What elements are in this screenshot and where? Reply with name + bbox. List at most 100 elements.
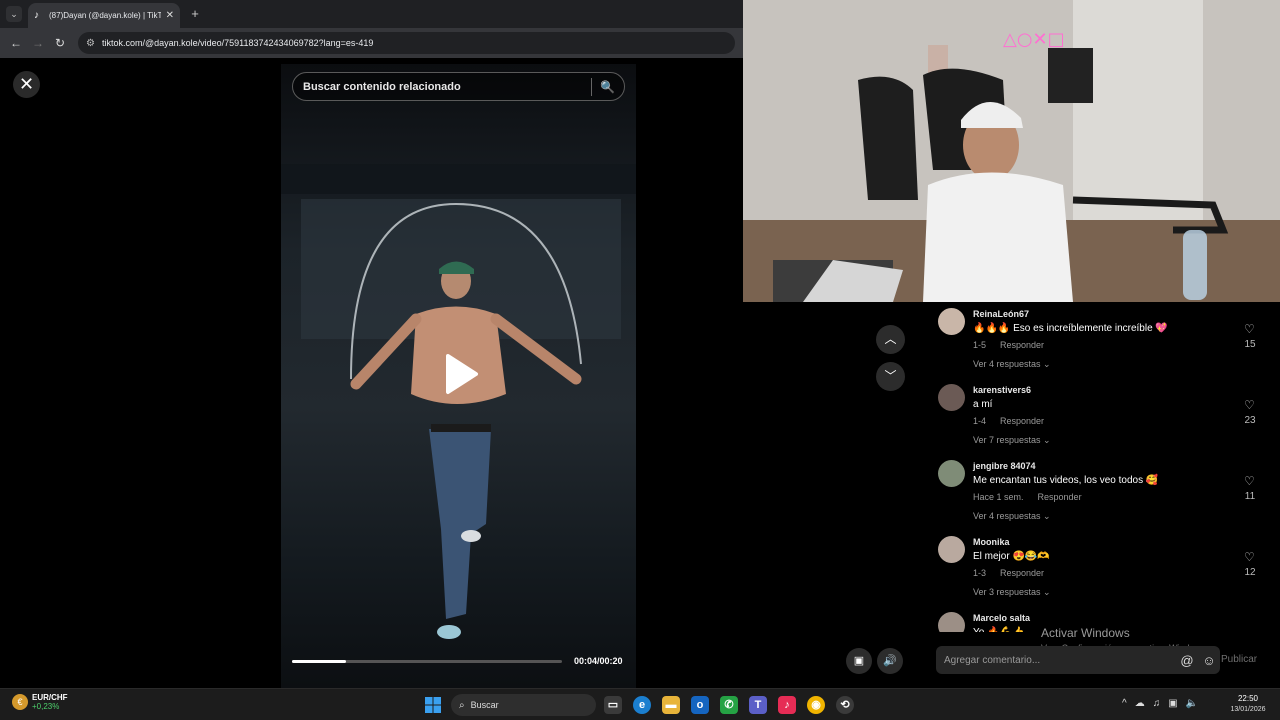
comment-item: jengibre 84074 Me encantan tus videos, l… xyxy=(920,454,1280,530)
comment-date: 1-4 xyxy=(973,416,987,426)
comment-placeholder: Agregar comentario... xyxy=(944,654,1041,666)
tray-app-icon[interactable]: ☁ xyxy=(1135,698,1145,709)
comment-username[interactable]: jengibre 84074 xyxy=(973,461,1036,471)
reply-button[interactable]: Responder xyxy=(1000,416,1044,426)
comments-panel: ReinaLeón67 🔥🔥🔥 Eso es increíblemente in… xyxy=(920,302,1280,632)
back-button[interactable]: ← xyxy=(8,35,24,51)
comment-meta: 1-4 Responder xyxy=(973,416,1044,426)
emoji-icon[interactable]: ☺ xyxy=(1198,653,1220,668)
comment-text: El mejor 😍😂🫶 xyxy=(973,551,1050,562)
like-count: 23 xyxy=(1244,415,1256,426)
view-replies-button[interactable]: Ver 7 respuestas ⌄ xyxy=(973,435,1051,446)
related-search-placeholder: Buscar contenido relacionado xyxy=(303,80,461,93)
comment-text: 🔥🔥🔥 Eso es increíblemente increíble 💖 xyxy=(973,323,1168,334)
comment-text: Yo 🔥💪👍 xyxy=(973,627,1024,632)
streaming-app-icon[interactable]: ⟲ xyxy=(836,696,854,714)
time-display: 00:04/00:20 xyxy=(574,656,623,666)
browser-tab[interactable]: ♪ (87)Dayan (@dayan.kole) | TikTok ✕ xyxy=(28,3,180,28)
comment-input[interactable]: Agregar comentario... @ ☺ xyxy=(936,646,1220,674)
view-replies-button[interactable]: Ver 4 respuestas ⌄ xyxy=(973,511,1051,522)
tab-close-icon[interactable]: ✕ xyxy=(166,10,174,21)
avatar[interactable] xyxy=(938,460,965,487)
previous-video-button[interactable]: ︿ xyxy=(876,325,905,354)
like-heart-icon[interactable]: ♡ xyxy=(1244,474,1255,488)
widget-value: +0,23% xyxy=(32,702,60,711)
tray-chevron-icon[interactable]: ^ xyxy=(1122,698,1127,709)
play-icon[interactable] xyxy=(442,352,480,396)
system-tray: ^ ☁ ♫ ▣ 🔈 xyxy=(1122,698,1198,709)
taskbar-search[interactable]: ⌕ Buscar xyxy=(451,694,596,716)
tiktok-app-icon[interactable]: ♪ xyxy=(778,696,796,714)
comment-username[interactable]: Moonika xyxy=(973,537,1010,547)
avatar[interactable] xyxy=(938,536,965,563)
file-explorer-icon[interactable]: ▬ xyxy=(662,696,680,714)
comment-date: 1-3 xyxy=(973,568,987,578)
forward-button[interactable]: → xyxy=(30,35,46,51)
pip-button[interactable]: ▣ xyxy=(846,648,872,674)
widget-name: EUR/CHF xyxy=(32,693,68,702)
comment-username[interactable]: ReinaLeón67 xyxy=(973,309,1029,319)
view-replies-button[interactable]: Ver 3 respuestas ⌄ xyxy=(973,587,1051,598)
tab-strip: ⌄ ♪ (87)Dayan (@dayan.kole) | TikTok ✕ + xyxy=(0,0,743,28)
video-player[interactable]: Buscar contenido relacionado 🔍 00:04/00:… xyxy=(281,64,636,688)
close-player-button[interactable]: ✕ xyxy=(13,71,40,98)
edge-icon[interactable]: e xyxy=(633,696,651,714)
reply-button[interactable]: Responder xyxy=(1038,492,1082,502)
comment-meta: 1-3 Responder xyxy=(973,568,1044,578)
comment-date: 1-5 xyxy=(973,340,987,350)
reload-button[interactable]: ↻ xyxy=(52,35,68,51)
whatsapp-icon[interactable]: ✆ xyxy=(720,696,738,714)
tiktok-favicon-icon: ♪ xyxy=(34,9,39,21)
task-view-icon[interactable]: ▭ xyxy=(604,696,622,714)
mention-icon[interactable]: @ xyxy=(1176,653,1198,668)
search-icon[interactable]: 🔍 xyxy=(600,80,624,94)
teams-icon[interactable]: T xyxy=(749,696,767,714)
webcam-overlay: △○✕□ xyxy=(743,0,1280,302)
comment-item: ReinaLeón67 🔥🔥🔥 Eso es increíblemente in… xyxy=(920,302,1280,378)
avatar[interactable] xyxy=(938,612,965,632)
next-video-button[interactable]: ﹀ xyxy=(876,362,905,391)
taskbar-search-icon: ⌕ xyxy=(459,699,465,711)
search-divider xyxy=(591,77,592,96)
tab-title: (87)Dayan (@dayan.kole) | TikTok xyxy=(49,11,161,20)
like-heart-icon[interactable]: ♡ xyxy=(1244,322,1255,336)
widget-icon: € xyxy=(12,694,28,710)
publish-button[interactable]: Publicar xyxy=(1221,654,1257,665)
comment-meta: 1-5 Responder xyxy=(973,340,1044,350)
reply-button[interactable]: Responder xyxy=(1000,568,1044,578)
webcam-image: △○✕□ xyxy=(743,0,1280,302)
new-tab-button[interactable]: + xyxy=(188,6,202,21)
speaker-icon[interactable]: 🔈 xyxy=(1186,698,1198,709)
address-bar[interactable]: ⚙ tiktok.com/@dayan.kole/video/759118374… xyxy=(78,32,735,54)
clock-date: 13/01/2026 xyxy=(1230,706,1266,713)
progress-bar[interactable] xyxy=(292,660,562,663)
tab-search-dropdown-icon[interactable]: ⌄ xyxy=(6,6,22,22)
volume-button[interactable]: 🔊 xyxy=(877,648,903,674)
comment-text: Me encantan tus videos, los veo todos 🥰 xyxy=(973,475,1159,486)
avatar[interactable] xyxy=(938,308,965,335)
comment-item: Moonika El mejor 😍😂🫶 1-3 Responder Ver 3… xyxy=(920,530,1280,606)
stock-widget[interactable]: € EUR/CHF +0,23% xyxy=(12,693,68,711)
clock-time: 22:50 xyxy=(1237,694,1259,703)
related-search-bar[interactable]: Buscar contenido relacionado 🔍 xyxy=(292,72,625,101)
network-icon[interactable]: ▣ xyxy=(1168,698,1177,709)
comment-text: a mí xyxy=(973,399,993,410)
like-count: 12 xyxy=(1244,567,1256,578)
taskbar-clock[interactable]: 22:50 13/01/2026 xyxy=(1222,694,1274,713)
taskbar-search-label: Buscar xyxy=(470,700,499,710)
like-heart-icon[interactable]: ♡ xyxy=(1244,550,1255,564)
comment-username[interactable]: karenstivers6 xyxy=(973,385,1031,395)
view-replies-button[interactable]: Ver 4 respuestas ⌄ xyxy=(973,359,1051,370)
like-heart-icon[interactable]: ♡ xyxy=(1244,398,1255,412)
avatar[interactable] xyxy=(938,384,965,411)
start-button-icon[interactable] xyxy=(425,697,441,713)
chrome-icon[interactable]: ◉ xyxy=(807,696,825,714)
outlook-icon[interactable]: o xyxy=(691,696,709,714)
comment-meta: Hace 1 sem. Responder xyxy=(973,492,1082,502)
taskbar: € EUR/CHF +0,23% ⌕ Buscar ▭ e ▬ o ✆ T ♪ … xyxy=(0,688,1280,720)
microphone-icon[interactable]: ♫ xyxy=(1153,698,1161,709)
reply-button[interactable]: Responder xyxy=(1000,340,1044,350)
site-info-icon[interactable]: ⚙ xyxy=(86,38,95,49)
url-text: tiktok.com/@dayan.kole/video/75911837424… xyxy=(101,38,374,48)
comment-username[interactable]: Marcelo salta xyxy=(973,613,1030,623)
